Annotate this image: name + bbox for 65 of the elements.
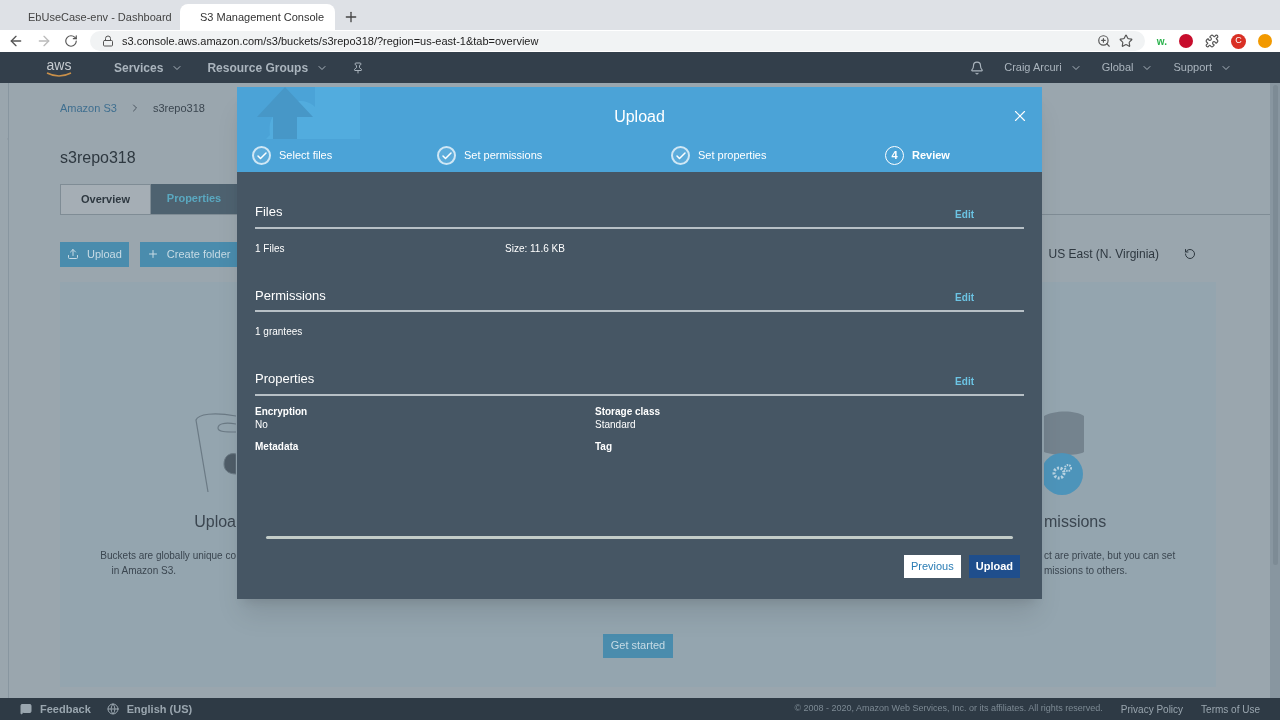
section-heading: Files [255, 203, 283, 221]
dialog-button[interactable]: Previous [903, 555, 961, 578]
lock-icon [102, 35, 114, 47]
nav-menu[interactable]: Services [114, 58, 184, 77]
section-heading: Properties [255, 370, 315, 388]
footer-link[interactable]: Privacy Policy [1120, 701, 1184, 717]
action-button[interactable]: Create folder [139, 241, 238, 267]
globe-icon [106, 703, 119, 715]
zoom-icon[interactable] [1096, 34, 1111, 48]
reload-icon[interactable] [64, 34, 78, 48]
wizard-step[interactable]: Select files [252, 146, 437, 165]
dialog-title: Upload [614, 107, 665, 127]
user-menu[interactable]: Craig Arcuri [1004, 59, 1082, 76]
wizard-step[interactable]: Set permissions [437, 146, 671, 165]
refresh-icon[interactable] [1184, 248, 1196, 260]
breadcrumb-current: s3repo318 [152, 101, 205, 116]
get-started-button[interactable]: Get started [602, 633, 674, 658]
wizard-step[interactable]: 4 Review [885, 146, 950, 165]
summary-text: Size: 11.6 KB [505, 241, 565, 256]
browser-tab[interactable]: S3 Management Console [180, 4, 335, 30]
feedback-icon [20, 703, 32, 715]
extension-button[interactable]: w. [1156, 33, 1167, 49]
section-heading: Permissions [255, 286, 326, 305]
card-title: Uploa [194, 511, 236, 532]
pin-icon[interactable] [352, 61, 365, 74]
feedback-link[interactable]: Feedback [40, 700, 91, 718]
summary-text: 1 Files [255, 241, 286, 256]
action-button[interactable]: Upload [60, 241, 129, 267]
wizard-step[interactable]: Set properties [671, 146, 885, 165]
region-label: US East (N. Virginia) [1048, 246, 1159, 263]
browser-tab[interactable]: EbUseCase-env - Dashboard [8, 4, 176, 30]
address-field[interactable]: s3.console.aws.amazon.com/s3/buckets/s3repo318/?region=us-east-1&tab=overview [90, 31, 1145, 51]
card-description: missions to others. [1044, 563, 1129, 578]
notifications-bell-icon[interactable] [970, 60, 985, 75]
extensions-icon[interactable] [1205, 34, 1219, 48]
edit-link[interactable]: Edit [955, 373, 974, 389]
bookmark-star-icon[interactable] [1118, 34, 1133, 48]
property-value: No [255, 417, 269, 431]
footer-link[interactable]: Terms of Use [1201, 701, 1260, 717]
nav-menu[interactable]: Resource Groups [207, 58, 329, 77]
property-label: Tag [595, 439, 614, 453]
back-icon[interactable] [8, 33, 24, 49]
new-tab-icon[interactable] [343, 9, 359, 25]
edit-link[interactable]: Edit [955, 206, 974, 222]
bucket-tab[interactable]: Overview [60, 183, 151, 214]
bucket-title: s3repo318 [60, 147, 136, 168]
card-description: in Amazon S3. [111, 563, 176, 578]
card-description: ct are private, but you can set [1044, 548, 1176, 563]
aws-logo[interactable]: aws [43, 57, 75, 78]
summary-text: 1 grantees [255, 325, 304, 339]
dialog-button[interactable]: Upload [968, 555, 1020, 578]
plus-icon [146, 248, 159, 260]
card-description: Buckets are globally unique co [100, 548, 236, 563]
language-selector[interactable]: English (US) [126, 700, 193, 718]
property-label: Metadata [255, 439, 300, 453]
region-menu[interactable]: Global [1101, 59, 1154, 76]
card-title: missions [1044, 511, 1107, 532]
property-value: Standard [595, 417, 637, 431]
support-menu[interactable]: Support [1173, 59, 1232, 76]
property-label: Storage class [595, 404, 662, 418]
profile-avatar[interactable]: C [1231, 33, 1246, 49]
upload-icon [67, 248, 79, 260]
edit-link[interactable]: Edit [955, 290, 974, 305]
copyright-text: © 2008 - 2020, Amazon Web Services, Inc. or its affiliates. All rights reserved. [794, 702, 1103, 716]
property-label: Encryption [255, 404, 309, 418]
